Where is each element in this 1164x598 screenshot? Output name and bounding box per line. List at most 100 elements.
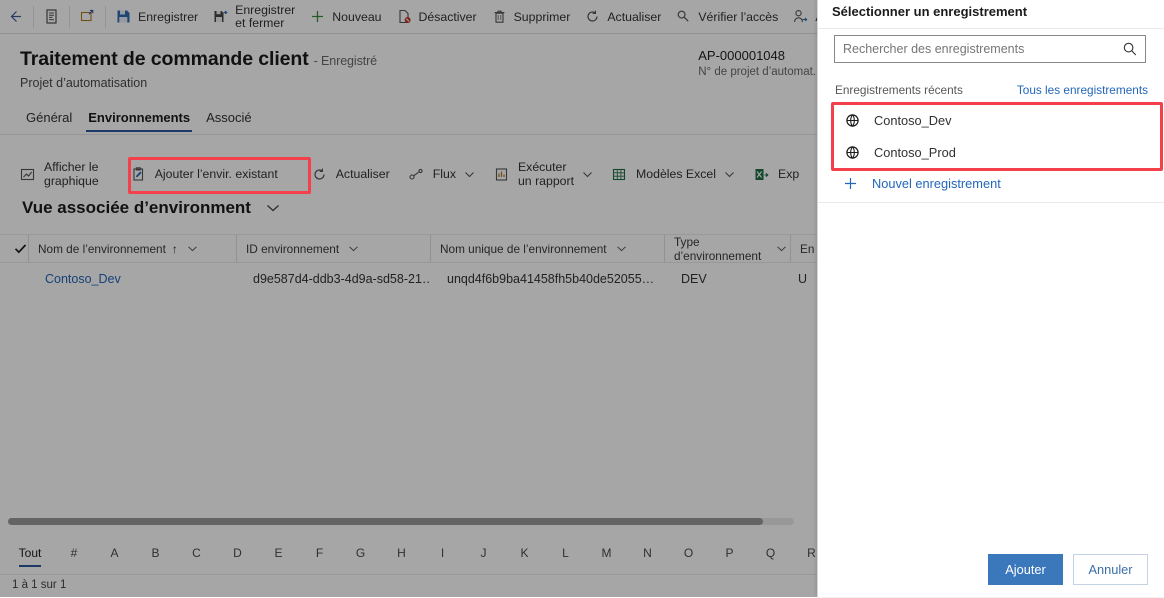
new-record-button[interactable]: Nouvel enregistrement	[842, 175, 1001, 192]
list-item-label: Contoso_Dev	[874, 112, 952, 128]
chevron-down-icon[interactable]	[582, 169, 593, 180]
flow-icon	[408, 166, 425, 183]
refresh-label: Actualiser	[607, 9, 662, 24]
alpha-filter-e[interactable]: E	[258, 546, 299, 560]
check-access-label: Vérifier l’accès	[698, 9, 779, 24]
chevron-down-icon[interactable]	[773, 240, 790, 257]
page-title: Traitement de commande client - Enregistr…	[20, 48, 377, 71]
deactivate-button[interactable]: Désactiver	[389, 0, 484, 33]
excel-templates-button[interactable]: Modèles Excel	[602, 152, 744, 196]
alpha-filter-i[interactable]: I	[422, 546, 463, 560]
column-header-nom-environnement[interactable]: Nom de l’environnement ↑	[28, 235, 236, 262]
alpha-filter-g[interactable]: G	[340, 546, 381, 560]
new-label: Nouveau	[332, 9, 382, 24]
save-icon	[115, 8, 132, 25]
grid-refresh-button[interactable]: Actualiser	[302, 152, 399, 196]
lookup-search-box[interactable]	[834, 35, 1146, 63]
alpha-filter-l[interactable]: L	[545, 546, 586, 560]
record-count-label: 1 à 1 sur 1	[12, 579, 67, 591]
deactivate-label: Désactiver	[418, 9, 477, 24]
alpha-filter-q[interactable]: Q	[750, 546, 791, 560]
refresh-icon	[311, 166, 328, 183]
excel-icon	[611, 166, 628, 183]
alpha-filter-k[interactable]: K	[504, 546, 545, 560]
export-to-excel-button[interactable]: Exp	[744, 152, 808, 196]
export-to-excel-label: Exp	[778, 167, 800, 181]
flow-button[interactable]: Flux	[399, 152, 484, 196]
record-number-label: N° de projet d’automat.	[698, 66, 816, 78]
chevron-down-icon[interactable]	[345, 240, 362, 257]
list-item-label: Contoso_Prod	[874, 144, 956, 160]
alpha-filter-tout[interactable]: Tout	[6, 546, 54, 567]
cell-nom-environnement[interactable]: Contoso_Dev	[28, 272, 236, 286]
tab-general[interactable]: Général	[18, 106, 80, 132]
delete-label: Supprimer	[513, 9, 571, 24]
lookup-panel-title: Sélectionner un enregistrement	[832, 4, 1028, 19]
alpha-filter-m[interactable]: M	[586, 546, 627, 560]
key-icon	[675, 8, 692, 25]
chevron-down-icon[interactable]	[724, 169, 735, 180]
delete-button[interactable]: Supprimer	[484, 0, 578, 33]
add-existing-environment-label: Ajouter l’envir. existant	[154, 167, 278, 181]
recent-records-list: Contoso_Dev Contoso_Prod	[836, 104, 1148, 168]
alpha-filter-o[interactable]: O	[668, 546, 709, 560]
column-header-id-environnement[interactable]: ID environnement	[236, 235, 430, 262]
trash-icon	[491, 8, 508, 25]
chevron-down-icon[interactable]	[464, 169, 475, 180]
globe-icon	[844, 144, 861, 161]
alpha-filter-d[interactable]: D	[217, 546, 258, 560]
cancel-button[interactable]: Annuler	[1073, 554, 1148, 585]
alpha-filter-h[interactable]: H	[381, 546, 422, 560]
new-button[interactable]: Nouveau	[302, 0, 388, 33]
chevron-down-icon[interactable]	[613, 240, 630, 257]
add-button[interactable]: Ajouter	[988, 554, 1063, 585]
add-existing-icon	[130, 166, 147, 183]
refresh-button[interactable]: Actualiser	[577, 0, 668, 33]
popout-button[interactable]	[72, 0, 103, 33]
alpha-filter-f[interactable]: F	[299, 546, 340, 560]
chart-icon	[19, 166, 36, 183]
alpha-filter-a[interactable]: A	[94, 546, 135, 560]
cell-id-environnement: d9e587d4-ddb3-4d9a-sd58-21…	[253, 271, 430, 286]
alpha-filter-c[interactable]: C	[176, 546, 217, 560]
save-and-close-button[interactable]: Enregistrer et fermer	[205, 0, 302, 33]
search-input[interactable]	[835, 36, 1115, 62]
list-item[interactable]: Contoso_Prod	[836, 136, 1148, 168]
column-header-type-environnement[interactable]: Type d’environnement	[664, 235, 790, 263]
globe-icon	[844, 112, 861, 129]
select-all-checkbox[interactable]	[0, 235, 28, 262]
flow-label: Flux	[432, 167, 456, 181]
form-selector-button[interactable]	[36, 0, 67, 33]
check-access-button[interactable]: Vérifier l’accès	[668, 0, 785, 33]
recent-records-label: Enregistrements récents	[835, 83, 963, 97]
new-record-label: Nouvel enregistrement	[872, 176, 1001, 191]
back-button[interactable]	[0, 0, 31, 33]
form-tabs: Général Environnements Associé	[18, 106, 260, 132]
chevron-down-icon[interactable]	[265, 200, 282, 217]
alpha-filter-j[interactable]: J	[463, 546, 504, 560]
grid-horizontal-scrollbar[interactable]	[8, 518, 794, 525]
all-records-link[interactable]: Tous les enregistrements	[1017, 83, 1148, 97]
save-button[interactable]: Enregistrer	[108, 0, 205, 33]
list-item[interactable]: Contoso_Dev	[836, 104, 1148, 136]
chevron-down-icon[interactable]	[184, 240, 201, 257]
run-report-label: Exécuter un rapport	[517, 160, 575, 188]
view-selector[interactable]: Vue associée d’environment	[22, 198, 282, 218]
run-report-button[interactable]: Exécuter un rapport	[484, 152, 602, 196]
add-existing-environment-button[interactable]: Ajouter l’envir. existant	[108, 152, 302, 196]
cell-type-environnement: DEV	[681, 271, 707, 286]
plus-icon	[309, 8, 326, 25]
alpha-filter-hash[interactable]: #	[54, 546, 94, 560]
alpha-filter-b[interactable]: B	[135, 546, 176, 560]
lookup-panel-actions: Ajouter Annuler	[988, 554, 1148, 585]
tab-associe[interactable]: Associé	[198, 106, 260, 132]
search-icon[interactable]	[1115, 41, 1145, 57]
column-header-nom-unique[interactable]: Nom unique de l’environnement	[430, 235, 664, 262]
divider	[818, 28, 1164, 29]
tab-environnements[interactable]: Environnements	[80, 106, 198, 132]
grid-refresh-label: Actualiser	[335, 167, 390, 181]
show-chart-button[interactable]: Afficher le graphique	[10, 152, 108, 196]
alpha-filter-n[interactable]: N	[627, 546, 668, 560]
divider	[818, 202, 1164, 203]
alpha-filter-p[interactable]: P	[709, 546, 750, 560]
